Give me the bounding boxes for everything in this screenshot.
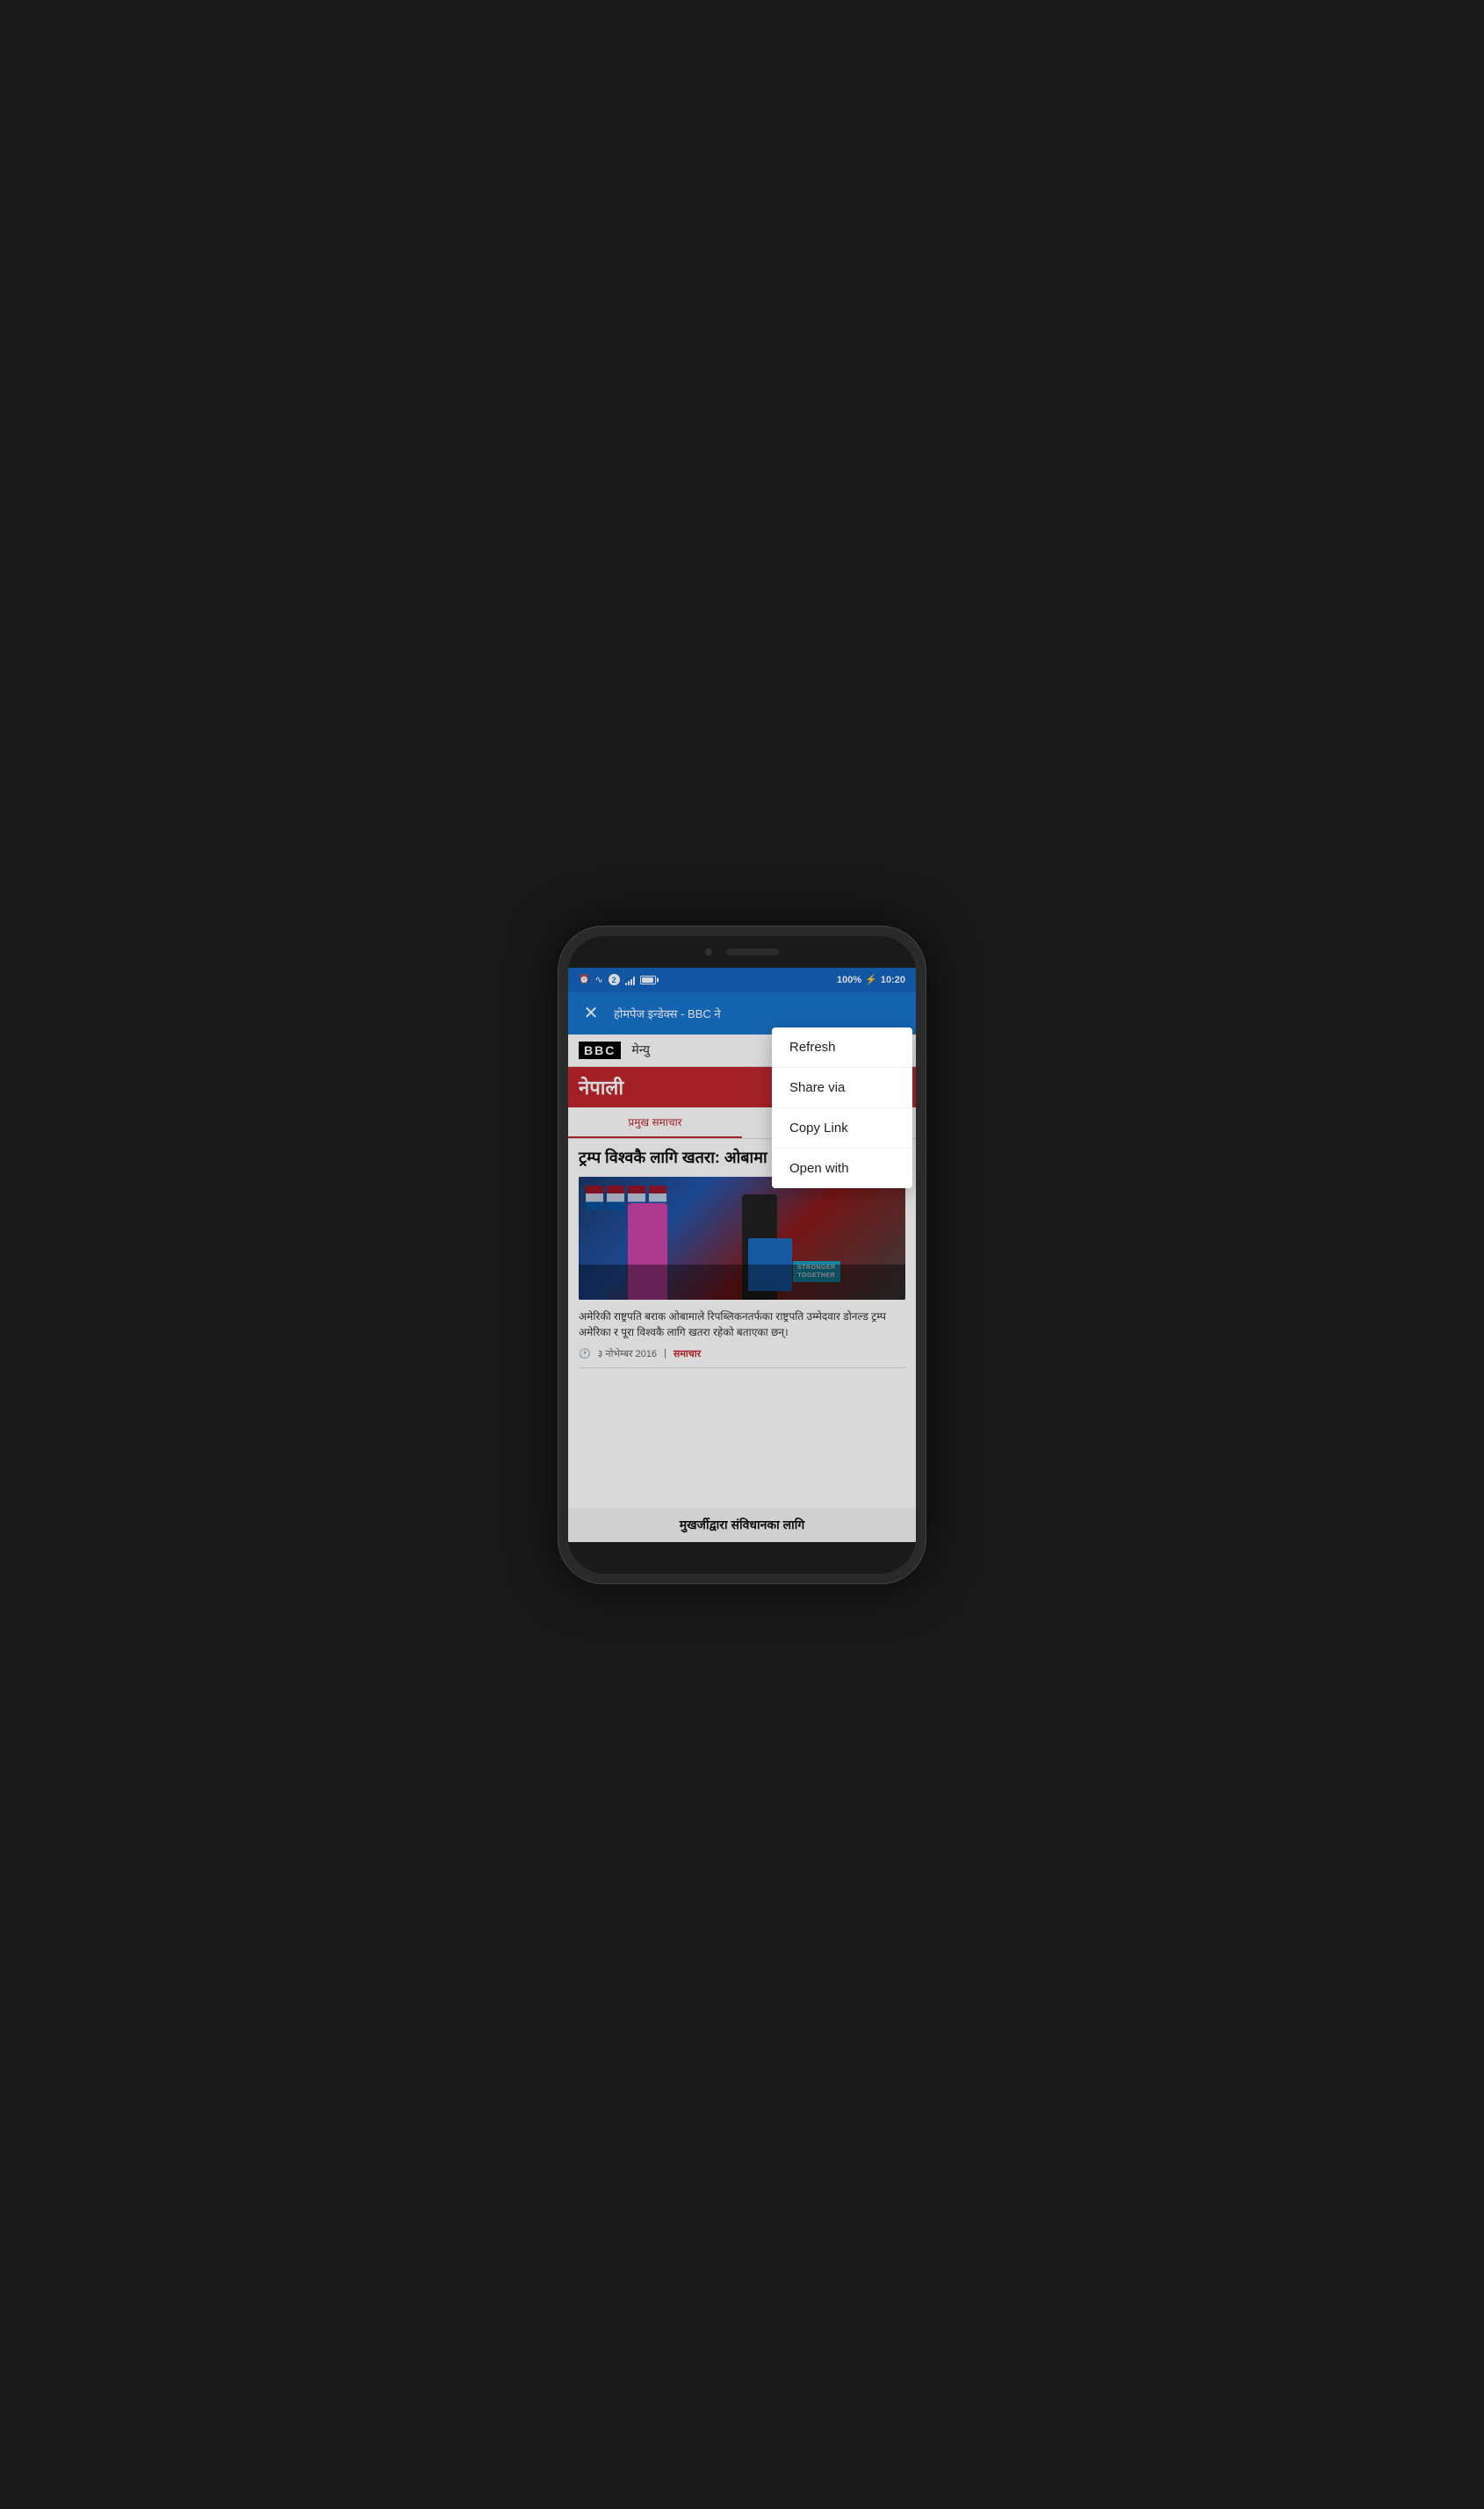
menu-item-open-with[interactable]: Open with — [772, 1149, 912, 1188]
phone-device: ⏰ ∿ 2 100% ⚡ 10:20 — [558, 926, 926, 1584]
phone-top-bar — [568, 936, 916, 968]
front-camera — [705, 948, 712, 955]
menu-item-copy-link[interactable]: Copy Link — [772, 1108, 912, 1149]
phone-bottom-bar — [568, 1542, 916, 1574]
menu-item-refresh[interactable]: Refresh — [772, 1027, 912, 1068]
context-menu: Refresh Share via Copy Link Open with — [772, 1027, 912, 1188]
context-menu-overlay[interactable]: Refresh Share via Copy Link Open with — [568, 968, 916, 1542]
earpiece-speaker — [726, 948, 779, 955]
menu-item-share[interactable]: Share via — [772, 1068, 912, 1108]
phone-screen: ⏰ ∿ 2 100% ⚡ 10:20 — [568, 936, 916, 1574]
screen-content: ⏰ ∿ 2 100% ⚡ 10:20 — [568, 968, 916, 1542]
